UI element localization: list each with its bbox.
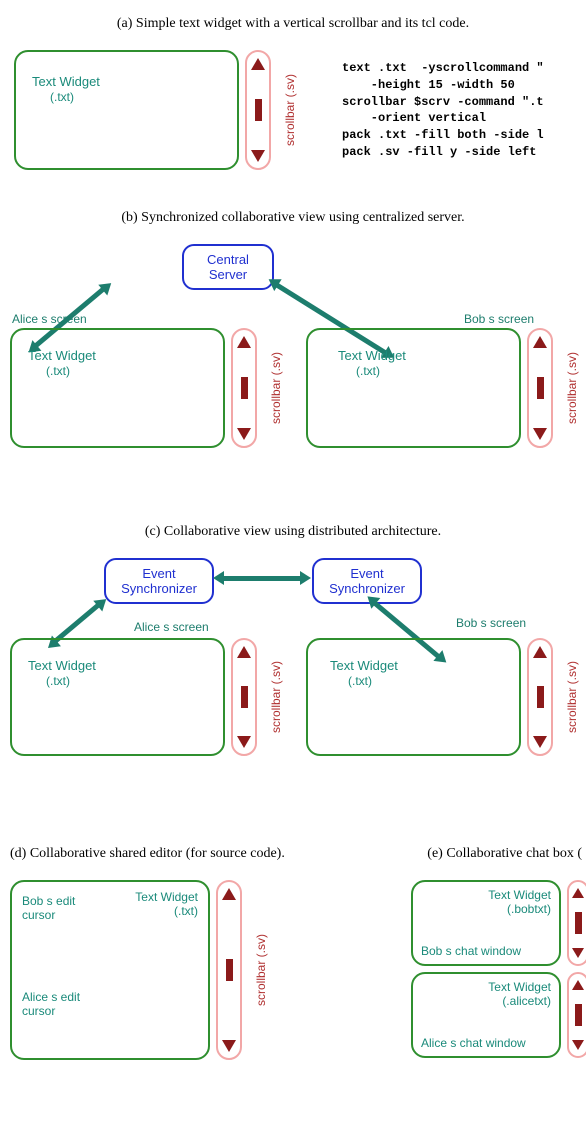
scroll-down-icon[interactable] — [251, 150, 265, 162]
caption-c: (c) Collaborative view using distributed… — [4, 524, 582, 540]
section-b: Central Server Alice s screen Bob s scre… — [4, 244, 582, 484]
text-widget-label: Text Widget — [488, 980, 551, 994]
scrollbar-label: scrollbar (.sv) — [269, 661, 283, 733]
bob-cursor-label: Bob s edit cursor — [22, 894, 75, 922]
text-widget-sub: (.txt) — [338, 364, 380, 378]
alice-screen-label: Alice s screen — [134, 620, 209, 634]
scroll-thumb[interactable] — [241, 686, 248, 708]
text-widget-sub: (.txt) — [28, 674, 70, 688]
text-widget-bob-c: Text Widget (.txt) — [306, 638, 521, 756]
section-c: Event Synchronizer Event Synchronizer Al… — [4, 558, 582, 798]
scrollbar-label: scrollbar (.sv) — [565, 352, 579, 424]
scroll-up-icon[interactable] — [572, 980, 584, 990]
scroll-thumb[interactable] — [575, 912, 582, 934]
text-widget-sub: (.txt) — [174, 904, 198, 918]
text-widget-label: Text Widget — [32, 74, 100, 89]
scrollbar-label: scrollbar (.sv) — [565, 661, 579, 733]
bob-screen-label: Bob s screen — [464, 312, 534, 326]
scrollbar-label: scrollbar (.sv) — [283, 74, 297, 146]
scroll-up-icon[interactable] — [533, 646, 547, 658]
scroll-down-icon[interactable] — [533, 736, 547, 748]
text-widget-label: Text Widget — [28, 658, 96, 673]
bob-chat-window-label: Bob s chat window — [421, 944, 521, 958]
tcl-code: text .txt -yscrollcommand " -height 15 -… — [342, 60, 544, 161]
scroll-thumb[interactable] — [241, 377, 248, 399]
bob-widget-group: Text Widget (.txt) scrollbar (.sv) — [306, 328, 553, 448]
scrollbar-alice-b[interactable]: scrollbar (.sv) — [231, 328, 257, 448]
scroll-down-icon[interactable] — [237, 736, 251, 748]
central-server-box: Central Server — [182, 244, 274, 290]
text-widget-sub: (.txt) — [330, 674, 372, 688]
scroll-down-icon[interactable] — [572, 948, 584, 958]
alice-widget-group-c: Text Widget (.txt) scrollbar (.sv) — [10, 638, 257, 756]
scroll-down-icon[interactable] — [237, 428, 251, 440]
scroll-up-icon[interactable] — [237, 336, 251, 348]
scroll-thumb[interactable] — [226, 959, 233, 981]
event-sync-a: Event Synchronizer — [104, 558, 214, 604]
scroll-down-icon[interactable] — [222, 1040, 236, 1052]
text-widget-sub: (.txt) — [28, 364, 70, 378]
arrow-sync-sync — [222, 576, 302, 581]
caption-d: (d) Collaborative shared editor (for sou… — [4, 846, 293, 862]
caption-b: (b) Synchronized collaborative view usin… — [4, 210, 582, 226]
text-widget-label: Text Widget — [488, 888, 551, 902]
scrollbar-bob-b[interactable]: scrollbar (.sv) — [527, 328, 553, 448]
scroll-up-icon[interactable] — [251, 58, 265, 70]
scroll-up-icon[interactable] — [533, 336, 547, 348]
bob-widget-group-c: Text Widget (.txt) scrollbar (.sv) — [306, 638, 553, 756]
text-widget-label: Text Widget — [28, 348, 96, 363]
scroll-down-icon[interactable] — [572, 1040, 584, 1050]
scrollbar-d[interactable]: scrollbar (.sv) — [216, 880, 242, 1060]
scrollbar-label: scrollbar (.sv) — [254, 934, 268, 1006]
scroll-down-icon[interactable] — [533, 428, 547, 440]
section-d: Text Widget (.txt) Bob s edit cursor Ali… — [4, 880, 293, 1080]
text-widget-d: Text Widget (.txt) Bob s edit cursor Ali… — [10, 880, 210, 1060]
scroll-thumb[interactable] — [255, 99, 262, 121]
text-widget-label: Text Widget — [135, 890, 198, 904]
text-widget-sub: (.alicetxt) — [502, 994, 551, 1008]
scroll-up-icon[interactable] — [222, 888, 236, 900]
scroll-up-icon[interactable] — [572, 888, 584, 898]
scrollbar-alice-e[interactable] — [567, 972, 586, 1058]
caption-e: (e) Collaborative chat box ( — [293, 846, 582, 862]
scrollbar-alice-c[interactable]: scrollbar (.sv) — [231, 638, 257, 756]
text-widget-bob-b: Text Widget (.txt) — [306, 328, 521, 448]
bob-screen-label: Bob s screen — [456, 616, 526, 630]
text-widget-alice-c: Text Widget (.txt) — [10, 638, 225, 756]
text-widget-sub: (.bobtxt) — [507, 902, 551, 916]
scrollbar-a[interactable]: scrollbar (.sv) — [245, 50, 271, 170]
text-widget-a: Text Widget (.txt) — [14, 50, 239, 170]
caption-a: (a) Simple text widget with a vertical s… — [4, 16, 582, 32]
text-widget-alice-b: Text Widget (.txt) — [10, 328, 225, 448]
scrollbar-bob-e[interactable] — [567, 880, 586, 966]
alice-cursor-label: Alice s edit cursor — [22, 990, 80, 1018]
scroll-thumb[interactable] — [537, 377, 544, 399]
scrollbar-label: scrollbar (.sv) — [269, 352, 283, 424]
text-widget-sub: (.txt) — [32, 90, 74, 104]
alice-chat-window-label: Alice s chat window — [421, 1036, 526, 1050]
scroll-thumb[interactable] — [537, 686, 544, 708]
text-widget-label: Text Widget — [338, 348, 406, 363]
alice-chat-group: Text Widget (.alicetxt) Alice s chat win… — [411, 972, 586, 1058]
section-e: Text Widget (.bobtxt) Bob s chat window … — [293, 880, 582, 1080]
alice-screen-label: Alice s screen — [12, 312, 87, 326]
bob-chat-group: Text Widget (.bobtxt) Bob s chat window — [411, 880, 586, 966]
scroll-thumb[interactable] — [575, 1004, 582, 1026]
text-widget-label: Text Widget — [330, 658, 398, 673]
alice-widget-group: Text Widget (.txt) scrollbar (.sv) — [10, 328, 257, 448]
scrollbar-bob-c[interactable]: scrollbar (.sv) — [527, 638, 553, 756]
text-widget-alice-e: Text Widget (.alicetxt) Alice s chat win… — [411, 972, 561, 1058]
text-widget-bob-e: Text Widget (.bobtxt) Bob s chat window — [411, 880, 561, 966]
section-a: Text Widget (.txt) scrollbar (.sv) text … — [4, 50, 582, 170]
scroll-up-icon[interactable] — [237, 646, 251, 658]
